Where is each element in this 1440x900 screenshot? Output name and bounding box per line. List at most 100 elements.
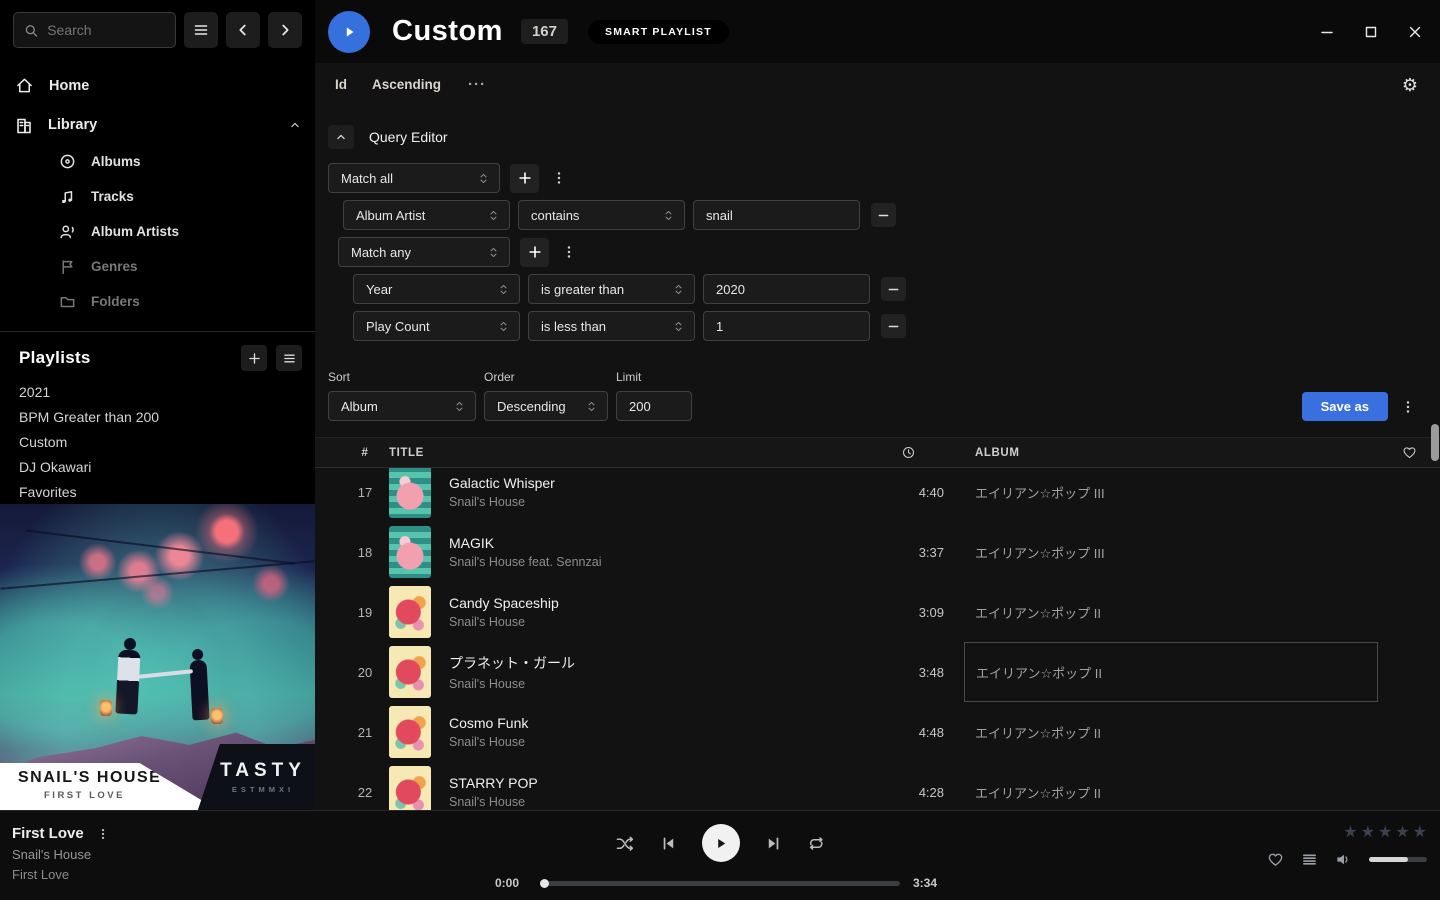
table-row[interactable]: 21 Cosmo Funk Snail's House 4:48 エイリアン☆ポ… bbox=[315, 702, 1440, 762]
search-input[interactable] bbox=[47, 22, 165, 38]
column-album[interactable]: ALBUM bbox=[948, 447, 1378, 459]
volume-button[interactable] bbox=[1335, 851, 1352, 868]
field-select[interactable]: Play Count bbox=[353, 311, 520, 341]
playlist-item[interactable]: 2021 bbox=[19, 379, 302, 404]
rule-value-input[interactable] bbox=[703, 274, 870, 304]
sort-select[interactable]: Album bbox=[328, 391, 476, 421]
nav-back-button[interactable] bbox=[226, 12, 260, 48]
track-artist[interactable]: Snail's House bbox=[449, 615, 868, 629]
rating-star[interactable]: ★ bbox=[1378, 825, 1392, 841]
column-title[interactable]: TITLE bbox=[385, 447, 868, 459]
remove-rule-button[interactable] bbox=[881, 277, 906, 301]
track-artist[interactable]: Snail's House bbox=[449, 735, 868, 749]
track-options-button[interactable] bbox=[97, 827, 109, 841]
now-playing-album[interactable]: First Love bbox=[12, 867, 480, 882]
sidebar-item-folders[interactable]: Folders bbox=[59, 284, 289, 319]
settings-gear-button[interactable]: ⚙ bbox=[1402, 76, 1418, 94]
sidebar-item-tracks[interactable]: Tracks bbox=[59, 179, 289, 214]
collapse-indicator[interactable] bbox=[288, 118, 302, 132]
shuffle-button[interactable] bbox=[615, 835, 635, 852]
progress-knob[interactable] bbox=[540, 879, 549, 888]
column-duration[interactable] bbox=[868, 445, 948, 460]
now-playing-album-art[interactable]: SNAIL'S HOUSE FIRST LOVE TASTY ESTMMXI bbox=[0, 504, 315, 810]
maximize-button[interactable] bbox=[1355, 16, 1386, 47]
play-playlist-button[interactable] bbox=[328, 11, 370, 53]
repeat-button[interactable] bbox=[807, 835, 826, 852]
table-row[interactable]: 19 Candy Spaceship Snail's House 3:09 エイ… bbox=[315, 582, 1440, 642]
sort-direction-button[interactable]: Ascending bbox=[372, 77, 441, 92]
playlist-item[interactable]: DJ Okawari bbox=[19, 454, 302, 479]
sidebar-item-home[interactable]: Home bbox=[15, 66, 302, 105]
track-album[interactable]: エイリアン☆ポップ II bbox=[948, 582, 1378, 642]
track-title[interactable]: プラネット・ガール bbox=[449, 653, 868, 673]
field-select[interactable]: Year bbox=[353, 274, 520, 304]
volume-slider[interactable] bbox=[1369, 857, 1427, 862]
group-options-button[interactable] bbox=[559, 238, 579, 267]
track-album[interactable]: エイリアン☆ポップ II bbox=[948, 702, 1378, 762]
rule-value-input[interactable] bbox=[693, 200, 860, 230]
previous-button[interactable] bbox=[660, 835, 677, 852]
play-pause-button[interactable] bbox=[702, 824, 740, 862]
now-playing-track[interactable]: First Love bbox=[12, 825, 84, 842]
close-button[interactable] bbox=[1399, 16, 1430, 47]
save-as-button[interactable]: Save as bbox=[1302, 392, 1388, 421]
column-index[interactable]: # bbox=[345, 447, 385, 459]
track-title[interactable]: Cosmo Funk bbox=[449, 715, 868, 731]
now-playing-artist[interactable]: Snail's House bbox=[12, 847, 480, 862]
rating-stars[interactable]: ★ ★ ★ ★ ★ bbox=[1343, 825, 1427, 841]
match-type-select[interactable]: Match any bbox=[338, 237, 510, 267]
track-album[interactable]: エイリアン☆ポップ II bbox=[948, 762, 1378, 810]
playlist-item[interactable]: BPM Greater than 200 bbox=[19, 404, 302, 429]
table-row[interactable]: 17 Galactic Whisper Snail's House 4:40 エ… bbox=[315, 468, 1440, 522]
track-album-focused-cell[interactable]: エイリアン☆ポップ II bbox=[964, 642, 1378, 702]
sidebar-item-genres[interactable]: Genres bbox=[59, 249, 289, 284]
track-artist[interactable]: Snail's House bbox=[449, 677, 868, 691]
menu-button[interactable] bbox=[184, 12, 218, 48]
field-select[interactable]: Album Artist bbox=[343, 200, 510, 230]
rule-value-input[interactable] bbox=[703, 311, 870, 341]
more-options-button[interactable]: ··· bbox=[468, 76, 486, 93]
next-button[interactable] bbox=[765, 835, 782, 852]
operator-select[interactable]: is greater than bbox=[528, 274, 695, 304]
track-title[interactable]: Candy Spaceship bbox=[449, 595, 868, 611]
progress-bar[interactable] bbox=[540, 881, 900, 886]
remove-rule-button[interactable] bbox=[871, 203, 896, 227]
add-playlist-button[interactable] bbox=[241, 345, 267, 371]
favorite-button[interactable] bbox=[1267, 851, 1284, 868]
rating-star[interactable]: ★ bbox=[1395, 825, 1409, 841]
add-rule-button[interactable] bbox=[510, 164, 539, 193]
track-artist[interactable]: Snail's House bbox=[449, 495, 868, 509]
nav-forward-button[interactable] bbox=[268, 12, 302, 48]
remove-rule-button[interactable] bbox=[881, 314, 906, 338]
sidebar-item-albums[interactable]: Albums bbox=[59, 144, 289, 179]
group-options-button[interactable] bbox=[549, 164, 569, 193]
rating-star[interactable]: ★ bbox=[1413, 825, 1427, 841]
table-row[interactable]: 22 STARRY POP Snail's House 4:28 エイリアン☆ポ… bbox=[315, 762, 1440, 810]
rating-star[interactable]: ★ bbox=[1361, 825, 1375, 841]
playlist-view-button[interactable] bbox=[276, 345, 302, 371]
order-select[interactable]: Descending bbox=[484, 391, 608, 421]
track-artist[interactable]: Snail's House feat. Sennzai bbox=[449, 555, 868, 569]
operator-select[interactable]: contains bbox=[518, 200, 685, 230]
search-box[interactable] bbox=[13, 12, 176, 48]
track-album[interactable]: エイリアン☆ポップ III bbox=[948, 522, 1378, 582]
minimize-button[interactable] bbox=[1311, 16, 1342, 47]
track-artist[interactable]: Snail's House bbox=[449, 795, 868, 809]
track-title[interactable]: Galactic Whisper bbox=[449, 475, 868, 491]
playlist-item[interactable]: Custom bbox=[19, 429, 302, 454]
playlist-item[interactable]: Favorites bbox=[19, 479, 302, 504]
save-options-button[interactable] bbox=[1398, 392, 1418, 421]
operator-select[interactable]: is less than bbox=[528, 311, 695, 341]
track-title[interactable]: MAGIK bbox=[449, 535, 868, 551]
scrollbar-thumb[interactable] bbox=[1431, 424, 1439, 461]
collapse-query-editor-button[interactable] bbox=[328, 125, 354, 149]
sidebar-item-album-artists[interactable]: Album Artists bbox=[59, 214, 289, 249]
sort-field-button[interactable]: Id bbox=[335, 77, 347, 92]
track-album[interactable]: エイリアン☆ポップ III bbox=[948, 468, 1378, 522]
table-row[interactable]: 20 プラネット・ガール Snail's House 3:48 エイリアン☆ポッ… bbox=[315, 642, 1440, 702]
limit-input[interactable] bbox=[616, 391, 692, 421]
add-rule-button[interactable] bbox=[520, 238, 549, 267]
match-type-select[interactable]: Match all bbox=[328, 163, 500, 193]
rating-star[interactable]: ★ bbox=[1343, 825, 1357, 841]
table-row[interactable]: 18 MAGIK Snail's House feat. Sennzai 3:3… bbox=[315, 522, 1440, 582]
